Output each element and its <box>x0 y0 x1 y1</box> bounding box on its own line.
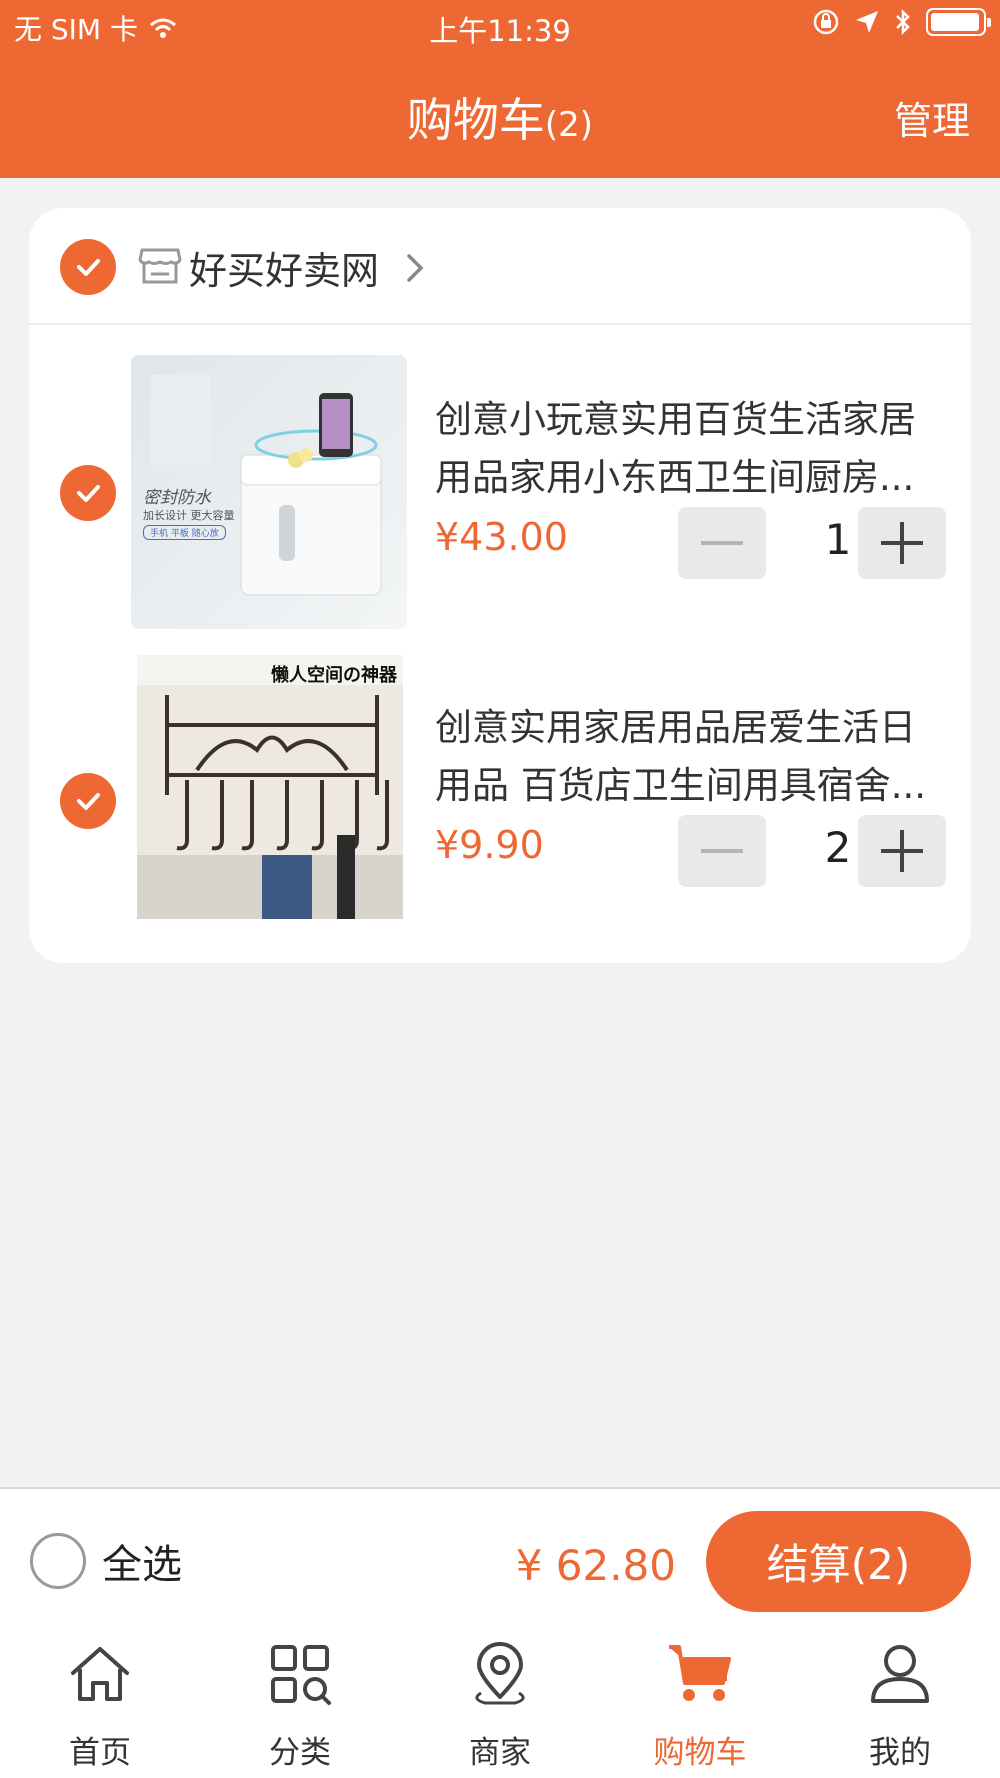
top-header: 无 SIM 卡 上午11:39 购物车(2) 管理 <box>0 0 1000 178</box>
nav-bar: 购物车(2) 管理 <box>0 52 1000 178</box>
tab-cart[interactable]: 购物车 <box>600 1639 800 1778</box>
store-icon <box>138 248 182 284</box>
tab-label: 购物车 <box>653 1735 747 1771</box>
tab-label: 首页 <box>69 1735 131 1771</box>
plus-icon <box>881 522 923 564</box>
product-title-line: 用品家用小东西卫生间厨房... <box>435 456 915 499</box>
decrease-quantity-button[interactable] <box>678 815 766 887</box>
select-all-radio[interactable] <box>30 1533 86 1589</box>
checkmark-icon <box>77 259 100 276</box>
minus-icon <box>701 541 743 545</box>
plus-icon <box>881 830 923 872</box>
image-caption: 懒人空间の神器 <box>271 665 397 686</box>
status-icons <box>812 8 991 36</box>
page-title: 购物车(2) <box>0 84 1000 150</box>
select-all-label: 全选 <box>102 1542 182 1588</box>
tab-label: 分类 <box>269 1735 331 1771</box>
shop-header: 好买好卖网 <box>29 208 971 325</box>
tab-label: 我的 <box>869 1735 931 1771</box>
select-all-toggle[interactable]: 全选 <box>30 1532 182 1590</box>
tab-label: 商家 <box>469 1735 531 1771</box>
user-icon <box>871 1645 929 1703</box>
tab-merchant[interactable]: 商家 <box>400 1639 600 1778</box>
cart-card: 好买好卖网 密封防水 加长设计 更大容量 手机 平板 随心放 创意小玩意实用百货… <box>29 208 971 963</box>
chevron-right-icon[interactable] <box>401 250 429 286</box>
page-title-text: 购物车 <box>406 93 545 147</box>
checkmark-icon <box>77 793 100 810</box>
minus-icon <box>701 849 743 853</box>
checkout-button[interactable]: 结算(2) <box>706 1511 971 1612</box>
cart-icon <box>669 1645 731 1701</box>
image-caption: 加长设计 更大容量 <box>143 509 235 522</box>
bottom-panel: 全选 ¥ 62.80 结算(2) 首页 分类 商家 购物车 我的 <box>0 1487 1000 1778</box>
category-icon <box>271 1645 331 1705</box>
tab-category[interactable]: 分类 <box>200 1639 400 1778</box>
orientation-lock-icon <box>813 9 839 35</box>
image-caption: 密封防水 <box>143 488 211 508</box>
bluetooth-icon <box>896 8 910 36</box>
image-caption: 手机 平板 随心放 <box>143 525 226 540</box>
location-arrow-icon <box>856 11 878 33</box>
door-hook-image <box>137 655 403 919</box>
product-price: ¥9.90 <box>435 823 544 867</box>
item-select-checkbox[interactable] <box>60 773 116 829</box>
decrease-quantity-button[interactable] <box>678 507 766 579</box>
shop-name[interactable]: 好买好卖网 <box>189 240 379 295</box>
shop-select-checkbox[interactable] <box>60 239 116 295</box>
product-title-line: 创意小玩意实用百货生活家居 <box>435 398 916 441</box>
product-image[interactable]: 懒人空间の神器 <box>137 655 403 919</box>
product-title-line: 用品 百货店卫生间用具宿舍... <box>435 764 927 807</box>
manage-button[interactable]: 管理 <box>894 90 970 145</box>
location-pin-icon <box>475 1642 525 1705</box>
product-price: ¥43.00 <box>435 515 568 559</box>
checkmark-icon <box>77 485 100 502</box>
product-title-line: 创意实用家居用品居爱生活日 <box>435 706 916 749</box>
home-icon <box>71 1647 129 1701</box>
tab-home[interactable]: 首页 <box>0 1639 200 1778</box>
page-title-count: (2) <box>544 105 594 145</box>
product-title[interactable]: 创意实用家居用品居爱生活日 用品 百货店卫生间用具宿舍... <box>435 699 945 815</box>
battery-icon <box>926 8 991 36</box>
tab-profile[interactable]: 我的 <box>800 1639 1000 1778</box>
tab-bar: 首页 分类 商家 购物车 我的 <box>0 1639 1000 1778</box>
status-bar: 无 SIM 卡 上午11:39 <box>0 0 1000 52</box>
total-price: ¥ 62.80 <box>515 1541 676 1590</box>
cart-item: 密封防水 加长设计 更大容量 手机 平板 随心放 创意小玩意实用百货生活家居 用… <box>29 355 971 635</box>
product-title[interactable]: 创意小玩意实用百货生活家居 用品家用小东西卫生间厨房... <box>435 391 945 507</box>
increase-quantity-button[interactable] <box>858 815 946 887</box>
item-select-checkbox[interactable] <box>60 465 116 521</box>
increase-quantity-button[interactable] <box>858 507 946 579</box>
cart-item: 懒人空间の神器 创意实用家居用品居爱生活日 用品 百货店卫生间用具宿舍... ¥… <box>29 655 971 943</box>
product-image[interactable]: 密封防水 加长设计 更大容量 手机 平板 随心放 <box>131 355 407 629</box>
